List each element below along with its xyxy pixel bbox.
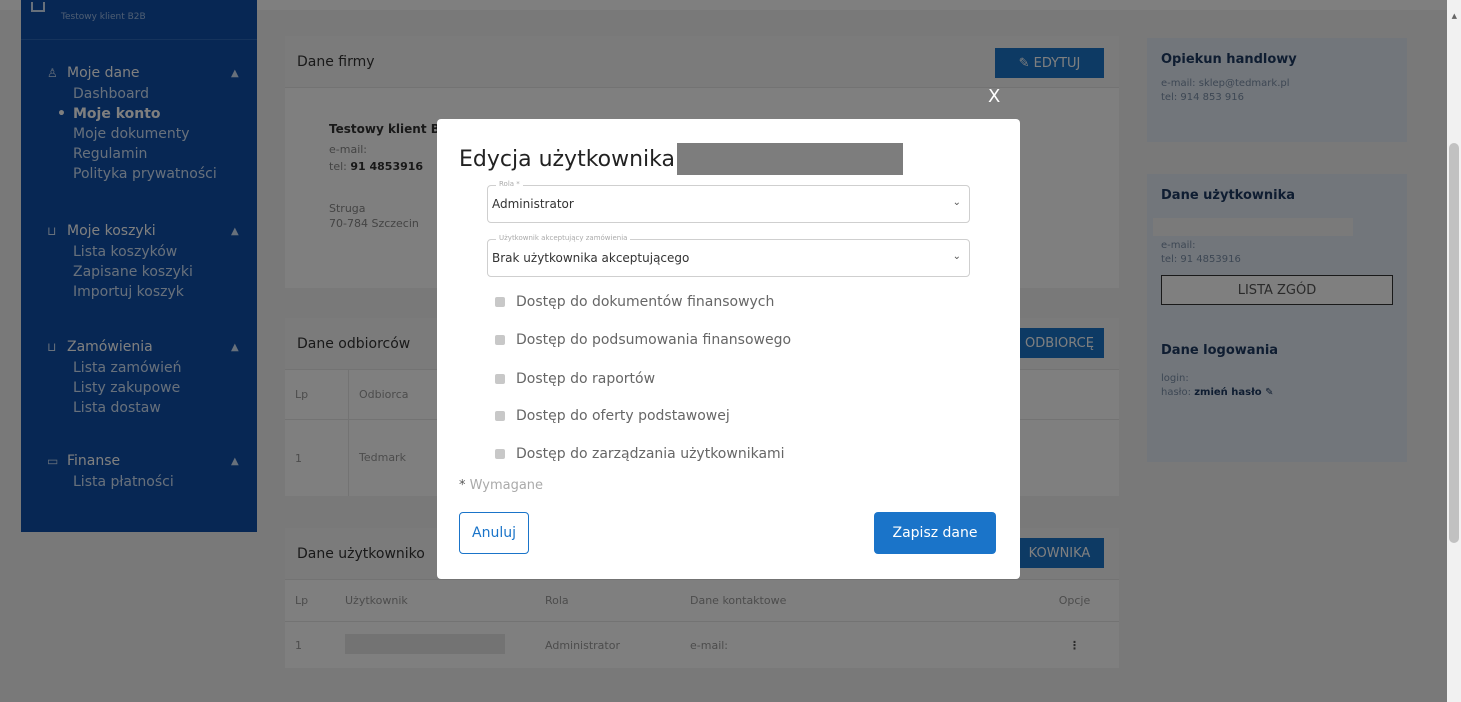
- save-button[interactable]: Zapisz dane: [874, 512, 996, 554]
- cancel-button[interactable]: Anuluj: [459, 512, 529, 554]
- chevron-down-icon: ⌄: [952, 197, 961, 208]
- checkbox[interactable]: [495, 449, 505, 459]
- chevron-down-icon: ⌄: [952, 251, 961, 262]
- approver-select[interactable]: Użytkownik akceptujący zamówienia Brak u…: [487, 234, 970, 277]
- edit-user-modal: Edycja użytkownika Rola * Administrator …: [437, 119, 1020, 579]
- permission-reports[interactable]: Dostęp do raportów: [495, 371, 655, 387]
- scrollbar-thumb[interactable]: [1449, 143, 1459, 543]
- checkbox[interactable]: [495, 297, 505, 307]
- scroll-up-icon[interactable]: ▲: [1452, 12, 1457, 20]
- checkbox[interactable]: [495, 411, 505, 421]
- checkbox[interactable]: [495, 335, 505, 345]
- permission-base-offer[interactable]: Dostęp do oferty podstawowej: [495, 408, 730, 424]
- permission-user-management[interactable]: Dostęp do zarządzania użytkownikami: [495, 446, 785, 462]
- required-note: * Wymagane: [459, 478, 544, 493]
- checkbox[interactable]: [495, 374, 505, 384]
- close-icon[interactable]: X: [988, 86, 1000, 107]
- redacted-username: [677, 143, 904, 175]
- role-select[interactable]: Rola * Administrator ⌄: [487, 180, 970, 223]
- modal-title: Edycja użytkownika: [459, 143, 904, 175]
- permission-financial-summary[interactable]: Dostęp do podsumowania finansowego: [495, 332, 791, 348]
- permission-financial-docs[interactable]: Dostęp do dokumentów finansowych: [495, 294, 774, 310]
- scrollbar-track[interactable]: ▲: [1447, 0, 1461, 702]
